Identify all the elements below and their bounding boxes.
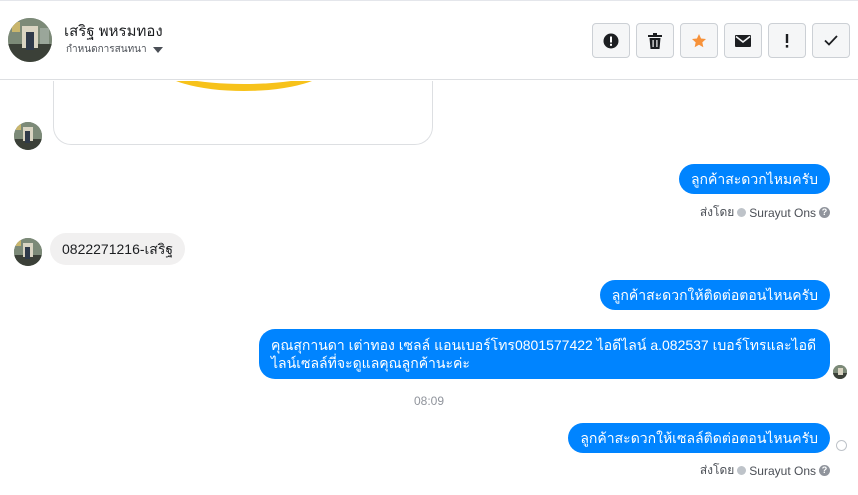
agent-name[interactable]: Surayut Ons xyxy=(749,464,816,478)
star-icon xyxy=(692,33,706,47)
contact-avatar-small xyxy=(14,122,42,150)
sent-by-label: ส่งโดย Surayut Ons ? xyxy=(700,203,830,222)
incoming-message[interactable]: 0822271216-เสริฐ xyxy=(50,233,186,265)
outgoing-message-long[interactable]: คุณสุกานดา เต่าทอง เซลล์ แอนเบอร์โทร0801… xyxy=(259,329,830,379)
conversation-toolbar xyxy=(592,23,850,58)
delivered-icon xyxy=(836,440,847,451)
conversation-schedule-dropdown[interactable]: กำหนดการสนทนา xyxy=(66,42,163,57)
done-button[interactable] xyxy=(812,23,850,58)
conversation-header: เสริฐ พหรมทอง กำหนดการสนทนา xyxy=(0,0,858,80)
alert-circle-icon xyxy=(603,33,619,48)
message-thread[interactable]: ลูกค้าสะดวกไหมครับ ส่งโดย Surayut Ons ? … xyxy=(0,81,858,495)
sent-by-prefix: ส่งโดย xyxy=(699,463,735,477)
star-button[interactable] xyxy=(680,23,718,58)
outgoing-message[interactable]: ลูกค้าสะดวกให้เซลล์ติดต่อตอนไหนครับ xyxy=(568,423,830,453)
sent-by-label: ส่งโดย Surayut Ons ? xyxy=(700,461,830,480)
envelope-icon xyxy=(735,34,751,47)
conversation-schedule-label: กำหนดการสนทนา xyxy=(66,44,147,55)
help-icon[interactable]: ? xyxy=(819,465,830,476)
check-icon xyxy=(824,35,838,46)
message-timestamp: 08:09 xyxy=(413,394,445,408)
attachment-image xyxy=(159,81,329,91)
outgoing-message[interactable]: ลูกค้าสะดวกให้ติดต่อตอนไหนครับ xyxy=(599,280,830,310)
sent-by-prefix: ส่งโดย xyxy=(699,205,735,219)
agent-name[interactable]: Surayut Ons xyxy=(749,206,816,220)
contact-avatar-small xyxy=(14,238,42,266)
image-attachment[interactable] xyxy=(53,81,433,145)
mark-unread-button[interactable] xyxy=(724,23,762,58)
seen-avatar xyxy=(833,365,847,379)
outgoing-message[interactable]: ลูกค้าสะดวกไหมครับ xyxy=(678,164,830,194)
follow-up-button[interactable] xyxy=(768,23,806,58)
caret-down-icon xyxy=(152,46,163,53)
spam-button[interactable] xyxy=(592,23,630,58)
agent-status-icon xyxy=(737,466,747,475)
exclamation-icon xyxy=(785,33,789,48)
trash-icon xyxy=(648,32,662,49)
contact-avatar[interactable] xyxy=(8,18,52,62)
delete-button[interactable] xyxy=(636,23,674,58)
help-icon[interactable]: ? xyxy=(819,207,830,218)
contact-name: เสริฐ พหรมทอง xyxy=(64,23,163,40)
agent-status-icon xyxy=(737,208,747,217)
